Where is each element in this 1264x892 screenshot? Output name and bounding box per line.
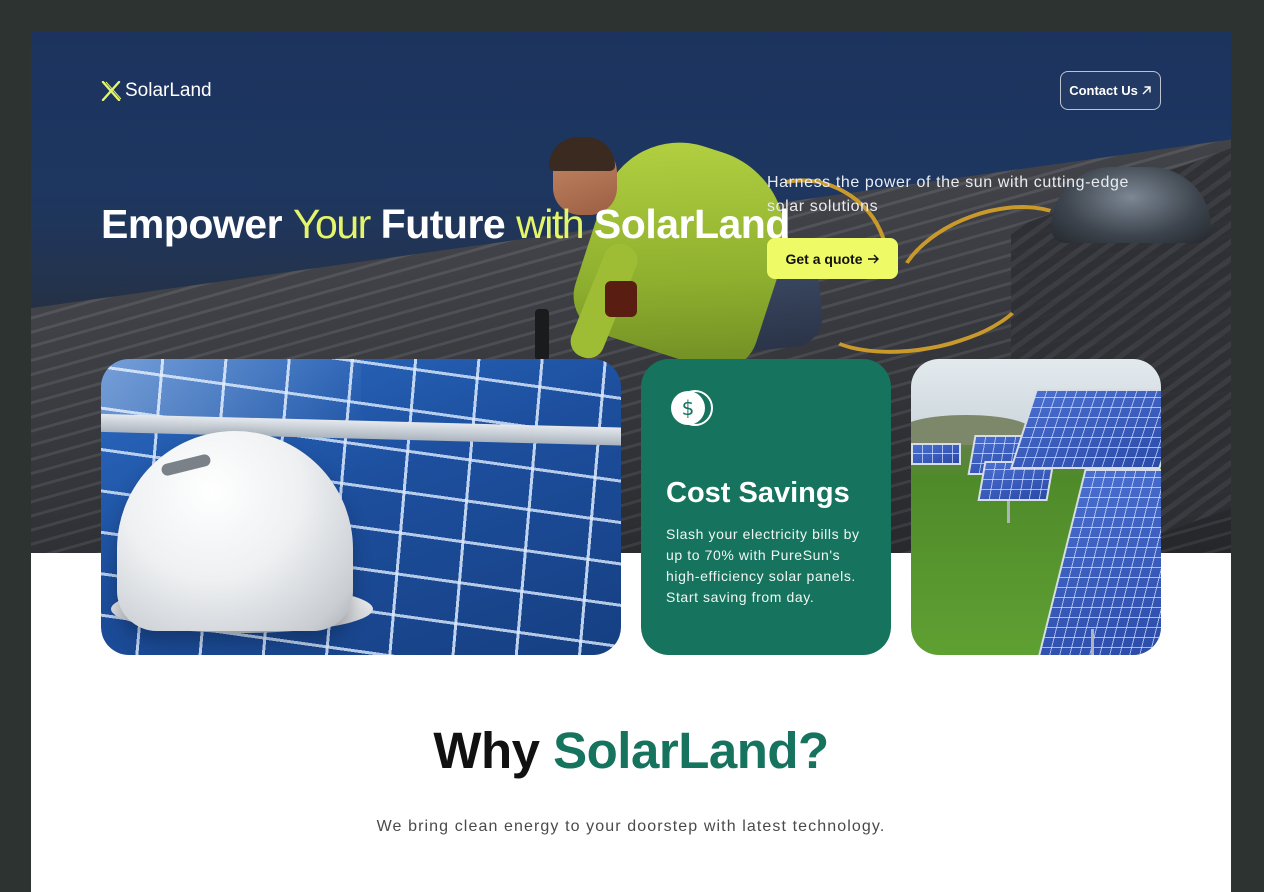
cost-savings-text: Slash your electricity bills by up to 70… <box>666 526 860 605</box>
card-solar-helmet-image <box>101 359 621 655</box>
get-quote-button[interactable]: Get a quote <box>767 238 898 279</box>
hard-hat <box>117 431 353 631</box>
arrow-right-icon <box>867 254 879 263</box>
why-section-subtitle: We bring clean energy to your doorstep w… <box>376 818 886 835</box>
card-solar-field-image <box>911 359 1161 655</box>
hero-tagline: Harness the power of the sun with cuttin… <box>767 174 1130 215</box>
why-title-part1: Why <box>433 722 554 779</box>
arrow-up-right-icon <box>1142 86 1151 95</box>
headline-part3: Future <box>369 201 517 247</box>
headline-part5: SolarLand <box>583 201 790 247</box>
solar-array <box>911 443 961 465</box>
solar-array <box>1037 469 1161 655</box>
page-frame: SolarLand Contact Us Empower Your Future… <box>31 31 1231 892</box>
contact-us-button[interactable]: Contact Us <box>1060 71 1161 110</box>
why-section-title: Why SolarLand? <box>31 721 1231 780</box>
why-title-brand: SolarLand? <box>553 722 829 779</box>
card-cost-savings: $ Cost Savings Slash your electricity bi… <box>641 359 891 655</box>
array-post <box>1091 629 1094 655</box>
hero-roof-pipe <box>535 309 549 361</box>
brand-logo[interactable]: SolarLand <box>101 79 212 103</box>
hero-headline: Empower Your Future with SolarLand <box>101 201 790 248</box>
headline-accent-with: with <box>516 201 584 247</box>
hero-worker-drill <box>605 281 637 317</box>
panel-frame <box>101 413 621 447</box>
headline-part1: Empower <box>101 201 293 247</box>
array-post <box>1007 501 1010 523</box>
hero-worker-hair <box>549 137 615 171</box>
solar-array <box>1010 389 1161 469</box>
headline-accent-your: Your <box>292 201 371 247</box>
cost-savings-title: Cost Savings <box>666 477 850 509</box>
get-quote-label: Get a quote <box>785 250 863 267</box>
contact-us-label: Contact Us <box>1069 83 1138 98</box>
svg-text:$: $ <box>682 396 695 420</box>
coin-dollar-icon: $ <box>671 390 713 426</box>
logo-x-icon <box>101 81 121 101</box>
brand-name: SolarLand <box>125 80 212 101</box>
